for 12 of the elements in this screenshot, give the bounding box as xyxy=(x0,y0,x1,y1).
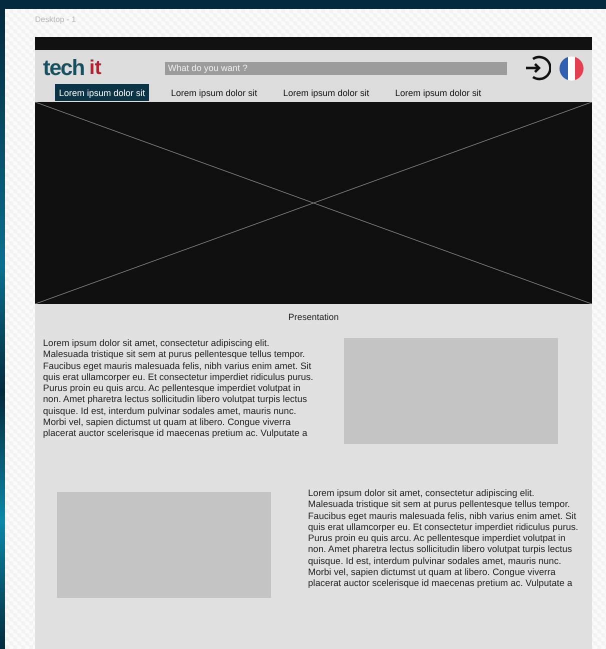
search-field[interactable]: What do you want ? xyxy=(165,62,507,74)
login-icon[interactable] xyxy=(523,54,551,82)
nav-tab[interactable]: Lorem ipsum dolor sit xyxy=(391,84,486,101)
frame-label: Desktop - 1 xyxy=(35,15,77,26)
nav-tab[interactable]: Lorem ipsum dolor sit xyxy=(279,84,374,101)
nav-tab[interactable]: Lorem ipsum dolor sit xyxy=(55,84,150,101)
logo[interactable]: tech it xyxy=(43,56,157,80)
flag-icon[interactable] xyxy=(559,56,584,80)
nav-tab[interactable]: Lorem ipsum dolor sit xyxy=(167,84,262,101)
paragraph: Lorem ipsum dolor sit amet, consectetur adipiscing elit. Malesuada tristique sit sem at purus pellentesque tellus tempor. Faucibus eget mauris malesuada felis, nibh varius enim amet. Sit quis erat ullamcorper eu. Et consectetur imperdiet ridiculus purus. Purus proin eu quis arcu. Ac pellentesque imperdiet volutpat in non. Amet pharetra lectus sollicitudin libero volutpat turpis lectus quisque. Id est, interdum pulvinar sodales amet, mauris nunc. Morbi vel, sapien dictumst ut quam at libero. Congue viverra placerat auctor scelerisque id maecenas pretium ac. Vulputate a xyxy=(43,338,314,440)
paragraph: Lorem ipsum dolor sit amet, consectetur adipiscing elit. Malesuada tristique sit sem at purus pellentesque tellus tempor. Faucibus eget mauris malesuada felis, nibh varius enim amet. Sit quis erat ullamcorper eu. Et consectetur imperdiet ridiculus purus. Purus proin eu quis arcu. Ac pellentesque imperdiet volutpat in non. Amet pharetra lectus sollicitudin libero volutpat turpis lectus quisque. Id est, interdum pulvinar sodales amet, mauris nunc. Morbi vel, sapien dictumst ut quam at libero. Congue viverra placerat auctor scelerisque id maecenas pretium ac. Vulputate a xyxy=(308,488,580,590)
section-heading: Presentation xyxy=(287,312,340,322)
